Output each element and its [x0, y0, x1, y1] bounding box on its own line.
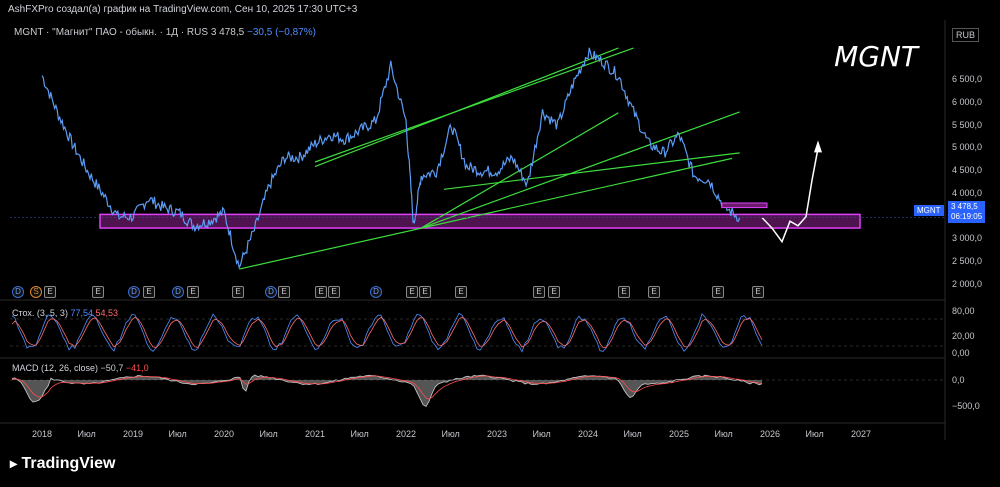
price-axis-label: 4 000,0 [952, 187, 983, 198]
time-axis-label: 2019 [123, 429, 144, 439]
stoch-d-value: 54,53 [95, 308, 119, 318]
price-axis-label: 3 000,0 [952, 233, 983, 244]
trendline [314, 47, 634, 163]
last-price: 3 478,5 [210, 27, 245, 38]
symbol-description: MGNT · "Магнит" ПАО - обыкн. · 1Д · RUS [14, 27, 209, 38]
event-marker[interactable]: E [752, 286, 764, 298]
attribution-text: AshFXPro создал(а) график на TradingView… [8, 4, 358, 15]
time-axis-label: 2026 [760, 429, 781, 439]
time-axis-label: Июл [350, 429, 369, 439]
currency-button[interactable]: RUB [952, 28, 980, 42]
symbol-price-tag: MGNT [914, 205, 944, 216]
current-price-tag: 3 478,5 06:19:05 [948, 201, 986, 223]
time-axis-label: Июл [805, 429, 824, 439]
event-marker[interactable]: E [548, 286, 560, 298]
event-marker[interactable]: E [278, 286, 290, 298]
macd-title: MACD (12, 26, close) [12, 363, 99, 373]
event-marker[interactable]: D [370, 286, 382, 298]
stoch-k-value: 77,54 [70, 308, 93, 318]
time-axis-label: Июл [714, 429, 733, 439]
time-axis-label: 2021 [305, 429, 326, 439]
macd-signal-value: −41,0 [125, 363, 149, 373]
stoch-level-0: 0,00 [952, 348, 970, 358]
time-axis-label: Июл [441, 429, 460, 439]
time-axis-label: Июл [623, 429, 642, 439]
event-marker[interactable]: E [92, 286, 104, 298]
time-axis-label: 2027 [851, 429, 872, 439]
time-axis-label: 2023 [487, 429, 508, 439]
stoch-d-line [11, 316, 763, 349]
time-axis-label: 2025 [669, 429, 690, 439]
time-axis-label: Июл [168, 429, 187, 439]
current-price-value: 3 478,5 [951, 202, 978, 211]
resistance-box [721, 202, 768, 209]
event-marker[interactable]: S [30, 286, 42, 298]
stoch-title: Стох. (3, 5, 3) [12, 308, 68, 318]
event-marker[interactable]: E [315, 286, 327, 298]
event-marker[interactable]: D [12, 286, 24, 298]
event-marker[interactable]: E [44, 286, 56, 298]
brand-text: TradingView [21, 455, 116, 472]
time-axis-label: Июл [77, 429, 96, 439]
stoch-legend[interactable]: Стох. (3, 5, 3) 77,54 54,53 [12, 308, 118, 318]
macd-histogram [12, 375, 762, 407]
support-zone [99, 213, 861, 229]
event-marker[interactable]: E [419, 286, 431, 298]
event-marker[interactable]: E [328, 286, 340, 298]
price-axis-label: 2 500,0 [952, 256, 983, 267]
event-marker[interactable]: E [406, 286, 418, 298]
event-marker[interactable]: E [232, 286, 244, 298]
macd-level-0: 0,0 [952, 375, 965, 385]
symbol-legend: MGNT · "Магнит" ПАО - обыкн. · 1Д · RUS … [14, 27, 316, 38]
price-axis-label: 6 500,0 [952, 74, 983, 84]
time-axis-label: 2024 [578, 429, 599, 439]
event-marker[interactable]: E [533, 286, 545, 298]
event-marker[interactable]: D [172, 286, 184, 298]
time-axis-label: 2020 [214, 429, 235, 439]
stoch-level-20: 20,00 [952, 331, 975, 341]
macd-legend[interactable]: MACD (12, 26, close) −50,7 −41,0 [12, 363, 149, 373]
macd-level-neg500: −500,0 [952, 401, 980, 411]
price-axis-label: 4 500,0 [952, 165, 983, 176]
projection-arrowhead [814, 140, 822, 153]
time-axis-label: Июл [259, 429, 278, 439]
price-change: −30,5 (−0,87%) [246, 27, 316, 38]
price-axis-label: 5 000,0 [952, 142, 983, 153]
event-marker[interactable]: D [265, 286, 277, 298]
price-axis-label: 5 500,0 [952, 119, 983, 130]
stoch-level-80: 80,00 [952, 306, 975, 316]
tradingview-logo[interactable]: ▸ TradingView [10, 455, 115, 473]
macd-value: −50,7 [100, 363, 124, 373]
event-marker[interactable]: E [618, 286, 630, 298]
ticker-watermark: MGNT [834, 40, 918, 73]
event-marker[interactable]: E [648, 286, 660, 298]
event-marker[interactable]: E [455, 286, 467, 298]
time-axis-label: 2018 [32, 429, 53, 439]
price-axis-label: 2 000,0 [952, 279, 983, 289]
time-axis-label: 2022 [396, 429, 417, 439]
time-axis-label: Июл [532, 429, 551, 439]
trendline [314, 47, 619, 168]
event-marker[interactable]: E [143, 286, 155, 298]
tradingview-logo-icon: ▸ [10, 455, 18, 471]
event-marker[interactable]: D [128, 286, 140, 298]
chart-screenshot: AshFXPro создал(а) график на TradingView… [0, 0, 1000, 487]
event-marker[interactable]: E [712, 286, 724, 298]
bar-countdown: 06:19:05 [951, 212, 983, 221]
event-marker[interactable]: E [187, 286, 199, 298]
price-axis-label: 6 000,0 [952, 96, 983, 107]
chart-canvas [0, 20, 946, 440]
